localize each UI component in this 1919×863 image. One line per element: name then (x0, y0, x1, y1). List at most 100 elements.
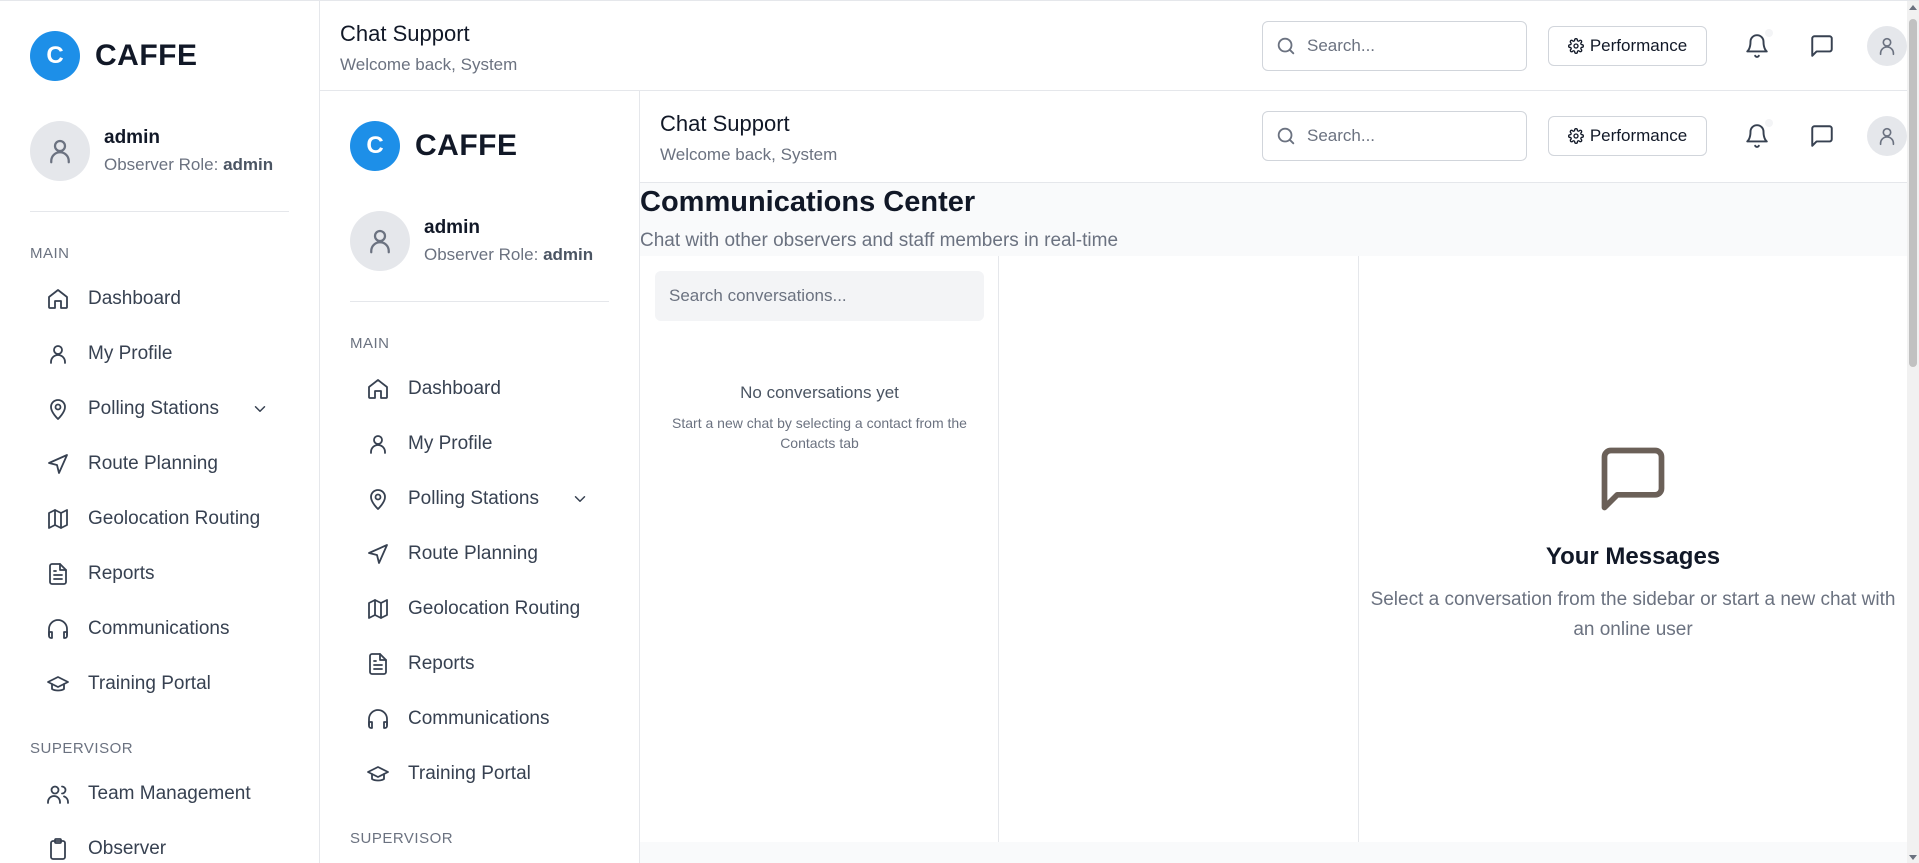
sidebar-divider (350, 301, 609, 302)
sidebar-item-geolocation-routing[interactable]: Geolocation Routing (350, 581, 609, 636)
scroll-up-arrow-icon[interactable] (1909, 5, 1917, 10)
user-role: Observer Role: admin (104, 155, 274, 174)
search-icon (1277, 37, 1295, 55)
chat-panel: Your Messages Select a conversation from… (1359, 256, 1907, 842)
brand[interactable]: C CAFFE (350, 121, 518, 171)
sidebar-item-route-planning[interactable]: Route Planning (30, 436, 289, 491)
user-card: admin Observer Role: admin (350, 211, 593, 271)
user-icon (50, 344, 66, 364)
nested-sidebar: C CAFFE admin Observer Role: admin MAIN … (320, 91, 640, 863)
sidebar-item-dashboard[interactable]: Dashboard (30, 271, 289, 326)
chat-empty-subtitle: Select a conversation from the sidebar o… (1370, 589, 1896, 640)
section-label-supervisor: SUPERVISOR (30, 740, 134, 757)
user-name: admin (104, 127, 160, 148)
chevron-down-icon[interactable] (571, 490, 589, 508)
chat-empty-title: Your Messages (1545, 543, 1721, 570)
sidebar-item-label: My Profile (88, 342, 173, 364)
search-icon (1277, 127, 1295, 145)
sidebar-item-label: Polling Stations (88, 397, 219, 419)
sidebar-item-my-profile[interactable]: My Profile (30, 326, 289, 381)
sidebar-item-label: Observer (88, 837, 167, 859)
headphones-icon (368, 708, 388, 729)
sidebar: C CAFFE admin Observer Role: admin MAIN … (0, 1, 320, 863)
messages-button[interactable] (1802, 26, 1842, 66)
header-search[interactable] (1262, 111, 1527, 161)
bell-icon (1746, 124, 1768, 148)
sidebar-item-polling-stations[interactable]: Polling Stations (30, 381, 289, 436)
notifications-button[interactable] (1737, 26, 1777, 66)
brand-logo: C (30, 31, 80, 81)
sidebar-item-label: Communications (88, 617, 230, 639)
brand-name: CAFFE (415, 129, 518, 162)
sidebar-item-label: Route Planning (408, 542, 538, 564)
supervisor-nav: Team Management Observer (30, 766, 289, 863)
sidebar-nav: Dashboard My Profile Polling Stations Ro… (350, 361, 609, 801)
sidebar-item-observer[interactable]: Observer (30, 821, 289, 863)
scroll-down-arrow-icon[interactable] (1909, 855, 1917, 860)
user-menu-avatar[interactable] (1867, 26, 1907, 66)
sidebar-item-label: Geolocation Routing (88, 507, 261, 529)
notification-dot (1765, 119, 1773, 127)
user-icon (370, 434, 386, 454)
performance-label: Performance (1589, 36, 1688, 55)
user-role: Observer Role: admin (424, 245, 594, 264)
notifications-button[interactable] (1737, 116, 1777, 156)
sidebar-item-reports[interactable]: Reports (350, 636, 609, 691)
chevron-down-icon[interactable] (251, 400, 269, 418)
sidebar-item-label: Training Portal (408, 762, 531, 784)
scrollbar-thumb[interactable] (1909, 19, 1917, 367)
content-footer-strip (640, 842, 1907, 863)
sidebar-item-label: Route Planning (88, 452, 218, 474)
header-search-input[interactable] (1307, 36, 1507, 56)
sidebar-item-communications[interactable]: Communications (30, 601, 289, 656)
sidebar-item-geolocation-routing[interactable]: Geolocation Routing (30, 491, 289, 546)
notification-dot (1765, 29, 1773, 37)
page-subtitle: Chat with other observers and staff memb… (640, 230, 1119, 251)
sidebar-item-my-profile[interactable]: My Profile (350, 416, 609, 471)
sidebar-item-route-planning[interactable]: Route Planning (350, 526, 609, 581)
map-pin-icon (370, 488, 386, 510)
user-avatar-icon (350, 211, 410, 271)
sidebar-item-label: Training Portal (88, 672, 211, 694)
sidebar-item-label: Team Management (88, 782, 251, 804)
app-root: C CAFFE admin Observer Role: admin MAIN … (0, 0, 1919, 863)
brand[interactable]: C CAFFE (30, 31, 198, 81)
header-title: Chat Support (660, 111, 790, 136)
performance-label: Performance (1589, 126, 1688, 145)
file-text-icon (369, 652, 387, 675)
performance-button[interactable]: Performance (1548, 116, 1707, 156)
sidebar-item-dashboard[interactable]: Dashboard (350, 361, 609, 416)
user-menu-avatar[interactable] (1867, 116, 1907, 156)
home-icon (48, 288, 68, 309)
headphones-icon (48, 618, 68, 639)
navigation-icon (368, 543, 388, 564)
performance-button[interactable]: Performance (1548, 26, 1707, 66)
sidebar-item-reports[interactable]: Reports (30, 546, 289, 601)
page-scrollbar[interactable] (1907, 1, 1919, 863)
header-search-input[interactable] (1307, 126, 1507, 146)
conversations-panel: No conversations yet Start a new chat by… (640, 256, 999, 842)
section-label-main: MAIN (350, 335, 390, 352)
header-search[interactable] (1262, 21, 1527, 71)
sidebar-item-polling-stations[interactable]: Polling Stations (350, 471, 609, 526)
user-avatar-icon (30, 121, 90, 181)
sidebar-item-label: Dashboard (88, 287, 181, 309)
sidebar-divider (30, 211, 289, 212)
sidebar-item-training-portal[interactable]: Training Portal (30, 656, 289, 711)
navigation-icon (48, 453, 68, 474)
home-icon (368, 378, 388, 399)
header-tools: Performance (1262, 111, 1907, 161)
sidebar-nav: Dashboard My Profile Polling Stations Ro… (30, 271, 289, 711)
sidebar-item-team-management[interactable]: Team Management (30, 766, 289, 821)
conversation-search-input[interactable] (655, 271, 984, 321)
header-tools: Performance (1262, 21, 1907, 71)
message-square-icon (1811, 35, 1833, 57)
messages-button[interactable] (1802, 116, 1842, 156)
sidebar-item-training-portal[interactable]: Training Portal (350, 746, 609, 801)
sidebar-item-label: Dashboard (408, 377, 501, 399)
file-text-icon (49, 562, 67, 585)
gear-icon (1567, 128, 1584, 144)
sidebar-item-communications[interactable]: Communications (350, 691, 609, 746)
empty-subtitle: Start a new chat by selecting a contact … (672, 415, 967, 451)
user-card: admin Observer Role: admin (30, 121, 273, 181)
